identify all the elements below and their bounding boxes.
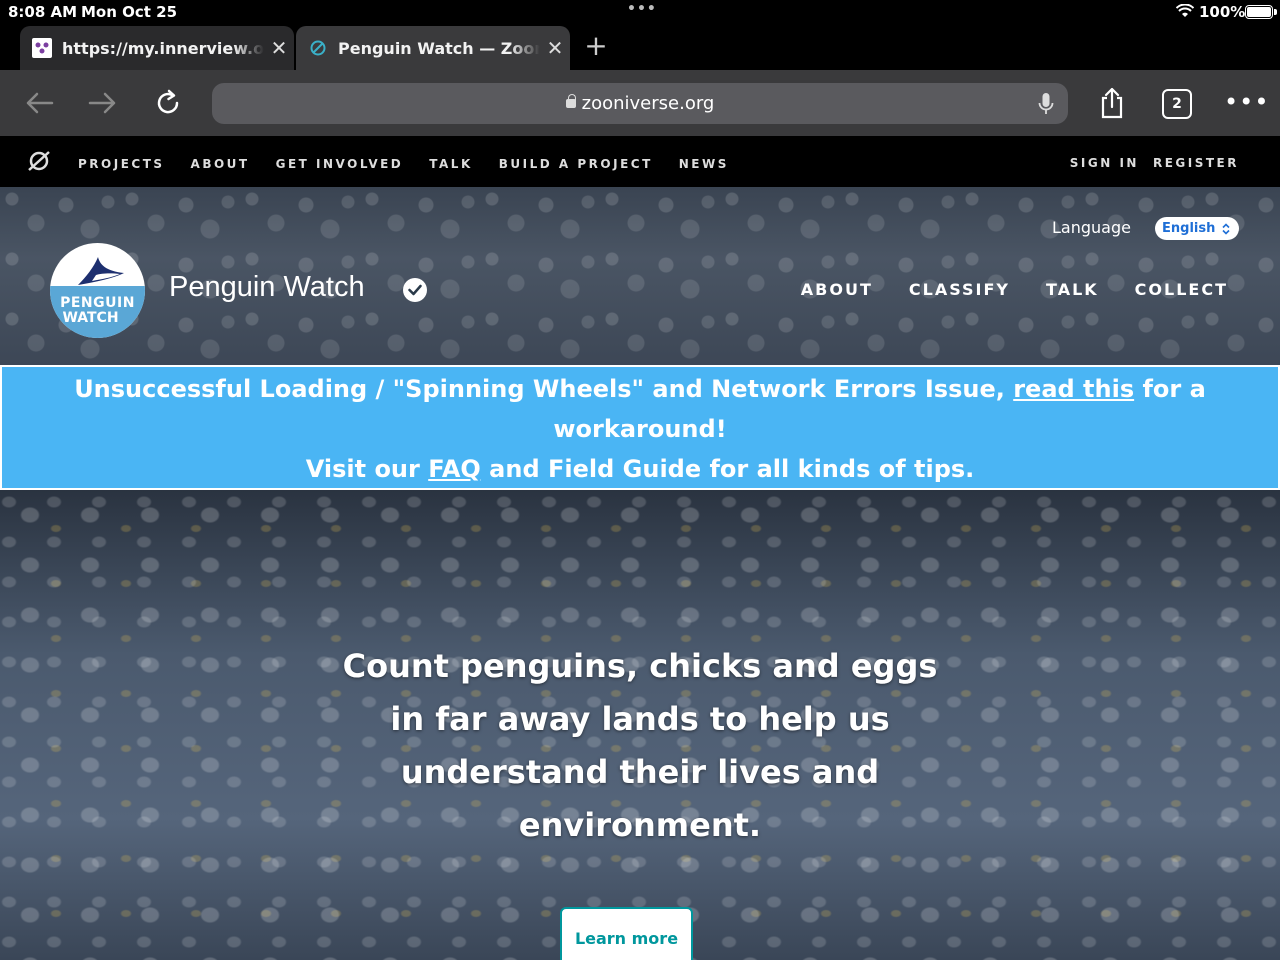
- status-date: Mon Oct 25: [81, 3, 178, 21]
- forward-arrow-icon[interactable]: [83, 84, 123, 122]
- url-text: zooniverse.org: [581, 93, 715, 114]
- close-icon[interactable]: ✕: [540, 36, 570, 60]
- description-line: environment.: [518, 806, 762, 844]
- back-arrow-icon[interactable]: [19, 84, 59, 122]
- language-value: English: [1162, 221, 1216, 236]
- banner-text: for a: [1134, 375, 1206, 403]
- nav-link-about[interactable]: ABOUT: [191, 157, 250, 171]
- banner-text: Visit our: [305, 455, 429, 483]
- logo-text-watch: WATCH: [62, 310, 119, 326]
- project-description: Count penguins, chicks and eggs in far a…: [340, 640, 940, 852]
- share-icon[interactable]: [1092, 84, 1132, 122]
- multitasking-dots-icon[interactable]: •••: [627, 1, 657, 17]
- register-link[interactable]: REGISTER: [1153, 156, 1239, 170]
- more-options-icon[interactable]: •••: [1224, 90, 1269, 114]
- reload-icon[interactable]: [148, 84, 188, 122]
- nav-link-build-a-project[interactable]: BUILD A PROJECT: [499, 157, 653, 171]
- project-nav-classify[interactable]: CLASSIFY: [909, 280, 1010, 299]
- project-nav-collect[interactable]: COLLECT: [1135, 280, 1228, 299]
- hero-section: Count penguins, chicks and eggs in far a…: [0, 490, 1280, 960]
- browser-toolbar: zooniverse.org 2 •••: [0, 70, 1280, 136]
- nav-link-projects[interactable]: PROJECTS: [78, 157, 165, 171]
- project-nav: ABOUT CLASSIFY TALK COLLECT: [801, 280, 1228, 299]
- chevron-updown-icon: [1222, 217, 1230, 244]
- learn-more-button[interactable]: Learn more: [560, 907, 693, 960]
- address-bar[interactable]: zooniverse.org: [212, 83, 1068, 124]
- browser-tab-innerview[interactable]: https://my.innerview.org ✕: [20, 26, 294, 70]
- microphone-icon[interactable]: [1038, 92, 1054, 120]
- lock-icon: [565, 94, 576, 108]
- tab-title: https://my.innerview.org: [62, 38, 264, 58]
- new-tab-plus-icon[interactable]: +: [582, 32, 610, 62]
- read-this-link[interactable]: read this: [1013, 375, 1134, 403]
- wifi-icon: [1175, 3, 1195, 22]
- banner-text: and Field Guide for all kinds of tips.: [480, 455, 975, 483]
- language-label: Language: [1052, 218, 1131, 237]
- penguin-logo-icon: [78, 257, 124, 285]
- close-icon[interactable]: ✕: [264, 36, 294, 60]
- description-line: in far away lands to help us: [390, 700, 890, 738]
- banner-text: workaround!: [553, 415, 727, 443]
- description-line: Count penguins, chicks and eggs: [342, 647, 938, 685]
- innerview-icon: [32, 38, 52, 58]
- sign-in-link[interactable]: SIGN IN: [1070, 156, 1139, 170]
- nav-link-talk[interactable]: TALK: [429, 157, 473, 171]
- description-line: understand their lives and: [400, 753, 880, 791]
- nav-link-news[interactable]: NEWS: [679, 157, 729, 171]
- zooniverse-site-nav: PROJECTS ABOUT GET INVOLVED TALK BUILD A…: [0, 136, 1280, 187]
- browser-tab-strip: https://my.innerview.org ✕ Penguin Watch…: [0, 26, 1280, 70]
- verified-check-icon: [403, 278, 427, 302]
- status-bar: 8:08 AM Mon Oct 25 ••• 100%: [0, 0, 1280, 26]
- nav-link-get-involved[interactable]: GET INVOLVED: [276, 157, 404, 171]
- announcement-banner: Unsuccessful Loading / "Spinning Wheels"…: [0, 365, 1280, 490]
- project-header: PENGUIN WATCH Penguin Watch Language Eng…: [0, 187, 1280, 365]
- status-time: 8:08 AM: [8, 3, 78, 21]
- language-select[interactable]: English: [1155, 217, 1239, 240]
- browser-tab-penguin-watch[interactable]: Penguin Watch — Zooniverse ✕: [296, 26, 570, 70]
- tab-overview-button[interactable]: 2: [1162, 89, 1192, 119]
- project-avatar[interactable]: PENGUIN WATCH: [50, 243, 145, 338]
- logo-text-penguin: PENGUIN: [60, 295, 135, 311]
- project-nav-talk[interactable]: TALK: [1046, 280, 1099, 299]
- battery-percent: 100%: [1199, 3, 1246, 21]
- banner-text: Unsuccessful Loading / "Spinning Wheels"…: [74, 375, 1014, 403]
- zooniverse-icon: [308, 38, 328, 58]
- tab-title: Penguin Watch — Zooniverse: [338, 38, 540, 58]
- zooniverse-logo-icon[interactable]: [27, 149, 51, 176]
- project-nav-about[interactable]: ABOUT: [801, 280, 873, 299]
- faq-link[interactable]: FAQ: [428, 455, 481, 483]
- project-title[interactable]: Penguin Watch: [169, 271, 365, 304]
- battery-icon: [1245, 5, 1277, 19]
